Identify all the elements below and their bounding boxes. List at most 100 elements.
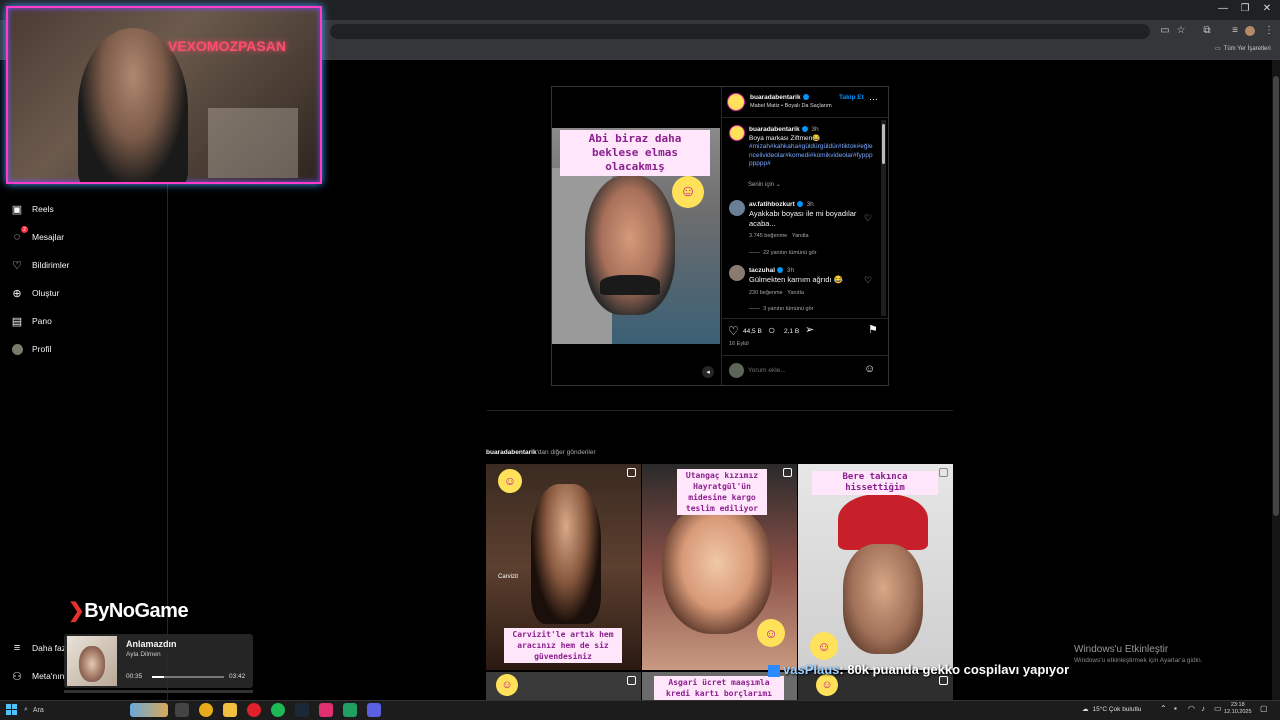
post-tile[interactable]: Utangaç kızımız Hayratgül'ün midesine ka… — [642, 464, 797, 670]
page-scroll-thumb[interactable] — [1273, 76, 1279, 516]
search-highlight-icon[interactable] — [130, 703, 168, 717]
profile-avatar[interactable] — [1245, 26, 1255, 36]
sidebar-item-notifications[interactable]: ♡ Bildirimler — [10, 255, 69, 275]
comment-avatar[interactable] — [729, 265, 745, 281]
comment-count[interactable]: 2,1 B — [784, 328, 799, 335]
unread-badge: 2 — [21, 226, 28, 233]
spotify-icon[interactable] — [271, 703, 285, 717]
reel-icon — [939, 676, 948, 685]
comments-scroll-thumb[interactable] — [882, 124, 885, 164]
follow-button[interactable]: Takip Et — [839, 94, 864, 101]
address-bar[interactable] — [330, 24, 1150, 39]
like-count[interactable]: 44,5 B — [743, 328, 762, 335]
cast-icon[interactable]: ▭ — [1158, 25, 1172, 36]
minimize-button[interactable]: — — [1214, 3, 1232, 14]
audio-subline[interactable]: Mabel Matiz • Boyalı Da Saçlarım — [750, 103, 832, 109]
chat-text: : 80k puanda gekko cospilavı yapıyor — [839, 662, 1070, 677]
app-icon[interactable] — [343, 703, 357, 717]
start-button[interactable] — [6, 704, 17, 715]
red-beanie — [838, 494, 928, 550]
reply-button[interactable]: Yanıtla — [787, 290, 804, 296]
comment-username[interactable]: av.fatihbozkurt — [749, 201, 795, 208]
post-tile[interactable]: ☺ Carvizit Carvizit'le artık hem aracını… — [486, 464, 641, 670]
avatar-icon — [10, 342, 24, 356]
author-username[interactable]: buaradabentarik — [750, 94, 811, 101]
tray-app-icon[interactable]: ▪ — [1174, 704, 1177, 713]
messenger-icon: ◌ 2 — [10, 226, 28, 244]
volume-icon[interactable]: ♪ — [1201, 704, 1205, 713]
post-tile[interactable]: Bere takınca hissettiğim ☺ — [798, 464, 953, 670]
share-icon[interactable]: ➢ — [805, 323, 814, 336]
comment-item: taczuhal 3h Gülmekten karnım ağrıdı 😂 — [749, 266, 859, 285]
extensions-icon[interactable]: ⧉ — [1200, 25, 1214, 36]
tray-chevron-icon[interactable]: ⌃ — [1160, 704, 1167, 713]
app-icon[interactable] — [319, 703, 333, 717]
wifi-icon[interactable]: ◠ — [1188, 704, 1195, 713]
sidebar-item-messages[interactable]: ◌ 2 Mesajlar — [10, 226, 64, 247]
notification-icon[interactable]: ▢ — [1260, 704, 1268, 713]
browser-menu-icon[interactable]: ⋮ — [1262, 25, 1276, 36]
comment-time: 3h — [806, 201, 814, 208]
comment-likes[interactable]: 230 beğenme — [749, 290, 783, 296]
chat-username: vasPlaus — [783, 662, 840, 677]
sidebar-item-create[interactable]: ⊕ Oluştur — [10, 283, 59, 303]
sidebar-item-reels[interactable]: ▣ Reels — [10, 199, 54, 219]
battery-icon[interactable]: ▭ — [1214, 704, 1222, 713]
header-divider — [722, 117, 888, 118]
view-replies[interactable]: —— 3 yanıtın tümünü gör — [749, 306, 814, 312]
teams-icon[interactable] — [367, 703, 381, 717]
post-tile[interactable]: ☺ — [486, 672, 641, 700]
caption-username[interactable]: buaradabentarik — [749, 126, 800, 133]
comment-username[interactable]: taczuhal — [749, 267, 775, 274]
comment-avatar[interactable] — [729, 200, 745, 216]
chevron-down-icon: ⌄ — [775, 182, 781, 188]
sidebar-item-dashboard[interactable]: ▤ Pano — [10, 311, 52, 331]
caption-avatar[interactable] — [729, 125, 745, 141]
all-bookmarks-label: Tüm Yer İşaretleri — [1223, 45, 1271, 52]
task-view-icon[interactable] — [175, 703, 189, 717]
caption-hashtags[interactable]: #mizah#kahkaha#güldürgüldür#tiktok#eğlen… — [749, 143, 873, 167]
maximize-button[interactable]: ❐ — [1236, 3, 1254, 14]
sponsor-logo-text: ByNoGame — [84, 600, 189, 622]
opera-icon[interactable] — [247, 703, 261, 717]
bookmark-star-icon[interactable]: ☆ — [1174, 25, 1188, 36]
sidebar-item-label: Reels — [32, 204, 54, 214]
view-replies[interactable]: —— 22 yanıtın tümünü gör — [749, 250, 817, 256]
reels-icon: ▣ — [11, 203, 23, 216]
sidebar-item-meta[interactable]: ⚇ Meta'nın — [10, 666, 64, 686]
file-explorer-icon[interactable] — [223, 703, 237, 717]
all-bookmarks[interactable]: ▭ Tüm Yer İşaretleri — [1215, 45, 1271, 53]
search-placeholder: Ara — [32, 706, 44, 714]
reply-button[interactable]: Yanıtla — [792, 233, 809, 239]
mute-icon[interactable]: ◂ — [702, 366, 714, 378]
caption-time: 3h — [811, 126, 819, 133]
comment-like-icon[interactable]: ♡ — [864, 275, 872, 286]
steam-icon[interactable] — [295, 703, 309, 717]
like-icon[interactable]: ♡ — [728, 324, 739, 338]
clock[interactable]: 23:18 12.10.2025 — [1224, 702, 1252, 716]
verified-icon — [801, 126, 808, 133]
comment-input[interactable] — [748, 364, 848, 377]
for-you-dropdown[interactable]: Senin için ⌄ — [748, 181, 781, 188]
comment-likes[interactable]: 3.745 beğenme — [749, 233, 787, 239]
author-avatar[interactable] — [727, 93, 745, 111]
sidebar-item-profile[interactable]: Profil — [10, 339, 51, 359]
comment-like-icon[interactable]: ♡ — [864, 213, 872, 224]
tab-search-icon[interactable]: ≡ — [1228, 25, 1242, 36]
chrome-icon[interactable] — [199, 703, 213, 717]
brand-watermark: Carvizit — [498, 574, 519, 580]
comment-text: Ayakkabı boyası ile mi boyadılar acaba..… — [749, 209, 857, 228]
creator-sticker: ☺ — [757, 619, 785, 647]
more-posts-username[interactable]: buaradabentarik — [486, 449, 537, 456]
emoji-icon[interactable]: ☺ — [864, 363, 875, 375]
comment-item: av.fatihbozkurt 3h Ayakkabı boyası ile m… — [749, 200, 859, 229]
more-options-icon[interactable]: ⋯ — [869, 94, 878, 105]
close-window-button[interactable]: ✕ — [1258, 3, 1276, 14]
tile-caption: Bere takınca hissettiğim — [812, 471, 938, 495]
weather-widget[interactable]: ☁ 15°C Çok bulutlu — [1082, 705, 1141, 714]
reel-icon — [783, 468, 792, 477]
save-bookmark-icon[interactable]: ⚑ — [868, 323, 878, 336]
comment-icon[interactable]: ○ — [768, 323, 775, 337]
post-date: 16 Eylül — [729, 341, 749, 347]
creator-sticker: ☺ — [496, 674, 518, 696]
